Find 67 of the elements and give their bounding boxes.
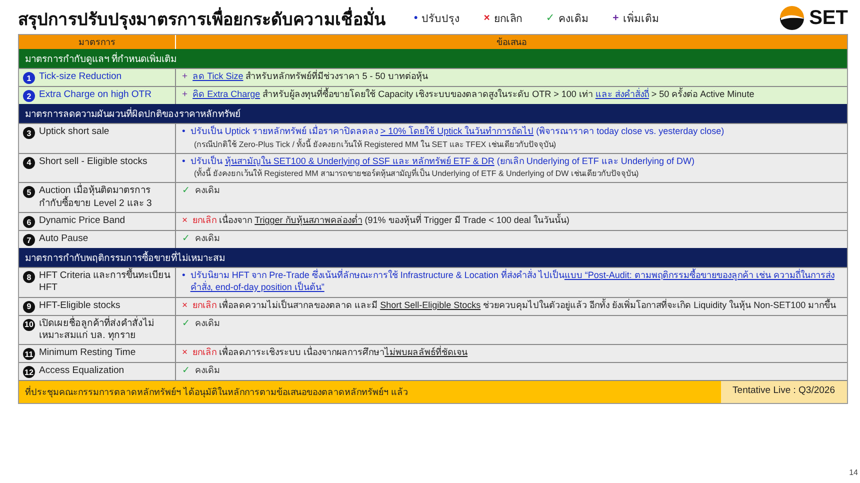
section-header: มาตรการลดความผันผวนที่ผิดปกติของราคาหลักทรัพย์ bbox=[19, 104, 847, 123]
status-symbol-icon: ✓ bbox=[182, 318, 190, 329]
proposal-text: ยกเลิก เพื่อลดภาระเชิงระบบ เนื่องจากผลการศึกษาไม่พบผลลัพธ์ที่ชัดเจน bbox=[192, 347, 468, 360]
proposal-text: ปรับเป็น Uptick รายหลักทรัพย์ เมื่อราคาปิดลดลง > 10% โดยใช้ Uptick ในวันทำการถัดไป (พิจารณาราคา today close vs. yesterday close) bbox=[190, 126, 724, 138]
legend-symbol-icon: ✓ bbox=[546, 12, 555, 24]
number-badge: 5 bbox=[23, 186, 35, 198]
status-symbol-icon: • bbox=[182, 270, 186, 282]
measure-name: Extra Charge on high OTR bbox=[39, 89, 152, 102]
logo-text: SET bbox=[809, 6, 848, 30]
number-badge: 12 bbox=[23, 366, 35, 378]
measure-name: เปิดเผยชื่อลูกค้าที่ส่งคำสั่งไม่เหมาะสมแก่ บล. ทุกราย bbox=[39, 318, 155, 342]
number-badge: 9 bbox=[23, 300, 35, 313]
number-badge: 1 bbox=[23, 72, 35, 84]
proposal-text: คิด Extra Charge สำหรับผู้ลงทุนที่ซื้อขายโดยใช้ Capacity เชิงระบบของตลาดสูงในระดับ OTR > 100 เท่า และ ส่งคำสั่งถี่ > 50 ครั้งต่อ Active Minute bbox=[192, 89, 754, 101]
measure-name: Minimum Resting Time bbox=[39, 347, 136, 360]
status-symbol-icon: + bbox=[182, 89, 188, 100]
proposal-text: ยกเลิก เนื่องจาก Trigger กับหุ้นสภาพคล่องต่ำ (91% ของหุ้นที่ Trigger มี Trade < 100 deal ในวันนั้น) bbox=[192, 215, 570, 227]
status-symbol-icon: ✓ bbox=[182, 185, 190, 196]
status-symbol-icon: • bbox=[182, 156, 186, 167]
measure-name: Short sell - Eligible stocks bbox=[39, 156, 148, 168]
status-symbol-icon: × bbox=[182, 300, 188, 311]
number-badge: 2 bbox=[23, 90, 35, 102]
proposal-text: คงเดิม bbox=[194, 318, 220, 330]
measure-name: Access Equalization bbox=[39, 365, 124, 378]
proposal-text: ปรับนิยาม HFT จาก Pre-Trade ซึ่งเน้นที่ลักษณะการใช้ Infrastructure & Location ที่ส่งคำสั่ง ไปเป็นแบบ “Post-Audit: ตามพฤติกรรมซื้อขายของลูกค้า เช่น ความถี่ในการส่งคำสั่ง, end-of-day position เป็นต้น” bbox=[190, 270, 836, 294]
number-badge: 10 bbox=[23, 318, 35, 331]
legend-symbol-icon: + bbox=[612, 12, 619, 24]
status-symbol-icon: × bbox=[182, 215, 188, 226]
legend-label: คงเดิม bbox=[558, 12, 589, 26]
proposal-text: คงเดิม bbox=[194, 185, 220, 198]
number-badge: 3 bbox=[23, 127, 35, 139]
proposal-text: คงเดิม bbox=[194, 365, 220, 378]
proposal-text: ยกเลิก เพื่อลดความไม่เป็นสากลของตลาด และมี Short Sell-Eligible Stocks ช่วยควบคุมไปในตัวอยู่แล้ว อีกทั้ง ยังเพิ่มโอกาสที่จะเกิด Liquidity ในหุ้น Non-SET100 มากขึ้น bbox=[192, 300, 836, 312]
footer-note: ที่ประชุมคณะกรรมการตลาดหลักทรัพย์ฯ ได้อนุมัติในหลักการตามข้อเสนอของตลาดหลักทรัพย์ฯ แล้ว bbox=[24, 384, 410, 400]
measure-name: Auction เมื่อหุ้นติดมาตรการกำกับซื้อขาย Level 2 และ 3 bbox=[39, 185, 153, 210]
measure-name: Uptick short sale bbox=[39, 126, 110, 138]
proposal-text: คงเดิม bbox=[194, 233, 220, 245]
proposal-note: (กรณีปกติใช้ Zero-Plus Tick / ทั้งนี้ ยังคงยกเว้นให้ Registered MM ใน SET และ TFEX เช่นเดียวกับปัจจุบัน) bbox=[193, 138, 557, 151]
proposal-note: (ทั้งนี้ ยังคงยกเว้นให้ Registered MM สามารถขายชอร์ตหุ้นสามัญที่เป็น Underlying of ETF & Underlying of DW เช่นเดียวกับปัจจุบัน) bbox=[193, 167, 640, 180]
measure-name: Tick-size Reduction bbox=[39, 71, 122, 84]
legend-symbol-icon: • bbox=[414, 12, 418, 24]
legend-label: ยกเลิก bbox=[494, 12, 522, 26]
legend-label: ปรับปรุง bbox=[422, 12, 460, 26]
measure-name: HFT Criteria และการขึ้นทะเบียน HFT bbox=[39, 270, 171, 295]
page-title: สรุปการปรับปรุงมาตรการเพื่อยกระดับความเชื่อมั่น bbox=[18, 4, 386, 32]
number-badge: 4 bbox=[23, 156, 35, 169]
number-badge: 8 bbox=[23, 271, 35, 284]
tentative-live: Tentative Live : Q3/2026 bbox=[720, 381, 847, 404]
legend-symbol-icon: × bbox=[484, 12, 490, 24]
status-symbol-icon: × bbox=[182, 347, 188, 358]
status-symbol-icon: + bbox=[182, 71, 188, 82]
status-symbol-icon: ✓ bbox=[182, 233, 190, 244]
proposal-text: ปรับเป็น หุ้นสามัญใน SET100 & Underlying of SSF และ หลักทรัพย์ ETF & DR (ยกเลิก Underlying of ETF และ Underlying of DW) bbox=[190, 156, 694, 168]
section-header: มาตรการกำกับพฤติกรรมการซื้อขายที่ไม่เหมาะสม bbox=[19, 248, 847, 268]
number-badge: 7 bbox=[23, 234, 35, 246]
status-symbol-icon: • bbox=[182, 126, 186, 137]
legend-label: เพิ่มเติม bbox=[622, 10, 659, 26]
measure-name: HFT-Eligible stocks bbox=[39, 300, 120, 312]
section-header: มาตรการกำกับดูแลฯ ที่กำหนดเพิ่มเติม bbox=[19, 49, 847, 68]
number-badge: 11 bbox=[23, 348, 35, 360]
measure-name: Auto Pause bbox=[39, 233, 88, 246]
column-header: ข้อเสนอ bbox=[496, 36, 528, 49]
proposal-text: ลด Tick Size สำหรับหลักทรัพย์ที่มีช่วงราคา 5 - 50 บาทต่อหุ้น bbox=[192, 71, 428, 83]
status-symbol-icon: ✓ bbox=[182, 365, 190, 376]
page-number: 14 bbox=[849, 468, 858, 477]
measure-name: Dynamic Price Band bbox=[39, 215, 126, 228]
number-badge: 6 bbox=[23, 216, 35, 228]
